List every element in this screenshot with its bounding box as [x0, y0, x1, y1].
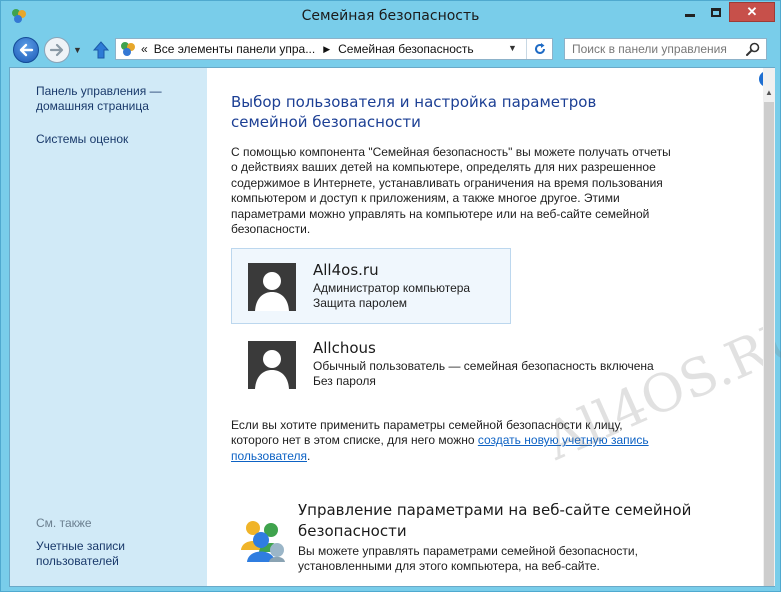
- up-arrow-icon[interactable]: [92, 40, 110, 60]
- search-box[interactable]: [564, 38, 767, 60]
- breadcrumb-family-safety[interactable]: Семейная безопасность: [338, 42, 474, 56]
- arrow-right-icon: [49, 43, 64, 57]
- user-role: Администратор компьютера: [313, 281, 471, 295]
- search-input[interactable]: [565, 39, 743, 59]
- maximize-icon: [711, 7, 721, 17]
- title-bar: Семейная безопасность ✕: [1, 1, 780, 31]
- address-bar[interactable]: « Все элементы панели упра... ▶ Семейная…: [115, 38, 553, 60]
- minimize-button[interactable]: [677, 2, 703, 22]
- breadcrumb-separator-icon[interactable]: ▶: [323, 44, 330, 55]
- window-frame: Семейная безопасность ✕ ▼ « Все элементы…: [0, 0, 781, 592]
- user-avatar-icon: [248, 263, 296, 311]
- web-section-title[interactable]: Управление параметрами на веб-сайте семе…: [298, 500, 698, 542]
- search-icon[interactable]: [745, 41, 761, 57]
- control-panel-icon: [121, 42, 135, 56]
- breadcrumb-all-items[interactable]: Все элементы панели упра...: [154, 42, 316, 56]
- user-name: All4os.ru: [313, 261, 379, 279]
- recent-pages-dropdown[interactable]: ▼: [73, 45, 82, 55]
- user-password-status: Без пароля: [313, 374, 376, 388]
- arrow-left-icon: [19, 43, 34, 57]
- intro-text: С помощью компонента "Семейная безопасно…: [231, 145, 671, 237]
- close-button[interactable]: ✕: [729, 2, 775, 22]
- user-card[interactable]: All4os.ru Администратор компьютера Защит…: [231, 248, 511, 324]
- user-card[interactable]: Allchous Обычный пользователь — семейная…: [231, 326, 671, 402]
- create-account-note: Если вы хотите применить параметры семей…: [231, 418, 671, 464]
- breadcrumb-overflow[interactable]: «: [141, 42, 148, 56]
- sidebar-link-user-accounts[interactable]: Учетные записи пользователей: [36, 539, 176, 569]
- sidebar-link-rating-systems[interactable]: Системы оценок: [36, 132, 128, 147]
- content-area: Панель управления — домашняя страница Си…: [9, 67, 781, 587]
- navigation-bar: ▼ « Все элементы панели упра... ▶ Семейн…: [1, 31, 780, 67]
- refresh-icon: [534, 43, 545, 54]
- forward-button[interactable]: [44, 37, 70, 63]
- close-icon: ✕: [746, 4, 758, 19]
- scroll-up-icon[interactable]: ▲: [763, 86, 775, 100]
- minimize-icon: [685, 13, 695, 17]
- sidebar: Панель управления — домашняя страница Си…: [10, 68, 207, 586]
- window-title: Семейная безопасность: [301, 8, 480, 24]
- scroll-thumb[interactable]: [764, 102, 774, 586]
- address-history-dropdown[interactable]: ▼: [508, 43, 517, 53]
- maximize-button[interactable]: [703, 2, 729, 22]
- user-name: Allchous: [313, 339, 376, 357]
- user-password-status: Защита паролем: [313, 296, 408, 310]
- sidebar-see-also-heading: См. также: [36, 516, 92, 530]
- user-avatar-icon: [248, 341, 296, 389]
- sidebar-link-control-panel-home[interactable]: Панель управления — домашняя страница: [36, 84, 196, 114]
- breadcrumb: « Все элементы панели упра... ▶ Семейная…: [141, 42, 474, 56]
- main-panel: Выбор пользователя и настройка параметро…: [207, 68, 781, 586]
- back-button[interactable]: [13, 37, 39, 63]
- user-role: Обычный пользователь — семейная безопасн…: [313, 359, 654, 373]
- family-safety-web-icon: [241, 521, 285, 562]
- note-end: .: [307, 448, 311, 463]
- vertical-scrollbar[interactable]: ▲: [763, 68, 775, 586]
- refresh-button[interactable]: [526, 39, 552, 59]
- page-title: Выбор пользователя и настройка параметро…: [231, 93, 597, 131]
- web-section-text: Вы можете управлять параметрами семейной…: [298, 544, 638, 574]
